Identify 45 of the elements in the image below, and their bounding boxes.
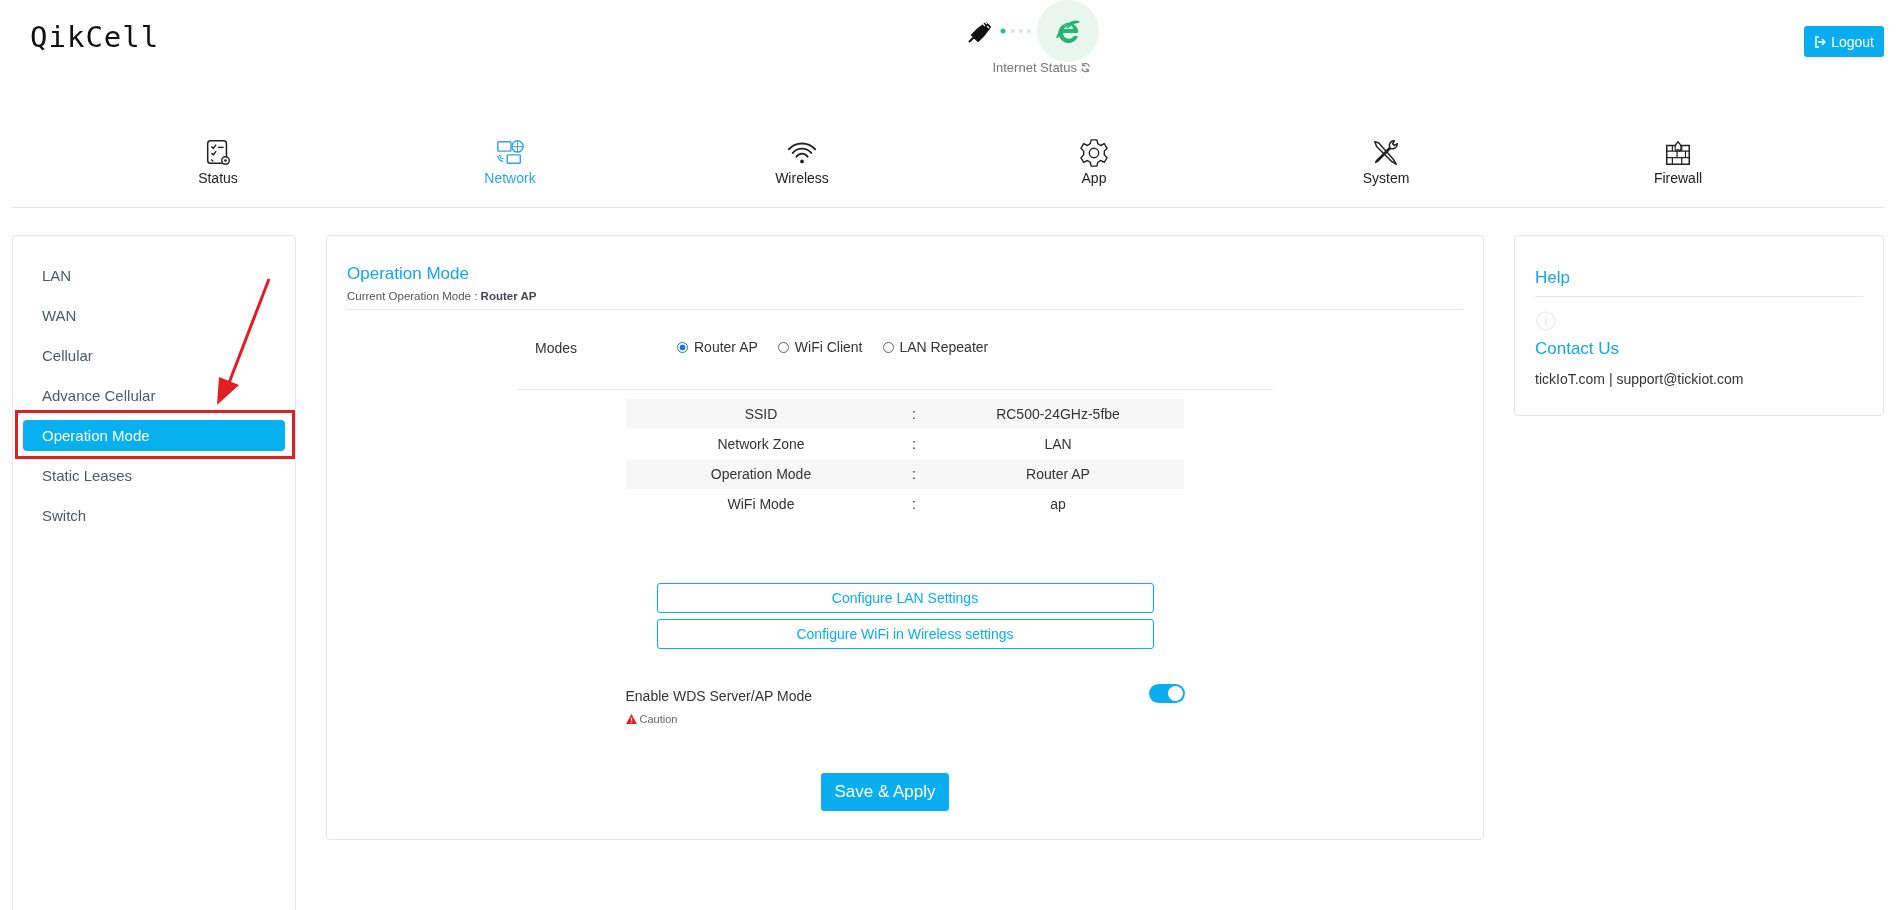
contact-title: Contact Us xyxy=(1535,339,1621,359)
field-value: RC500-24GHz-5fbe xyxy=(995,406,1121,422)
help-title: Help xyxy=(1535,268,1571,288)
internet-status-label: Internet Status xyxy=(992,60,1077,75)
nav-tab[interactable]: App xyxy=(1034,138,1154,207)
sidebar-item[interactable]: LAN xyxy=(23,260,285,291)
radio-option[interactable]: LAN Repeater xyxy=(882,338,989,356)
gear-icon xyxy=(1079,138,1109,168)
wds-toggle[interactable] xyxy=(1148,684,1185,703)
sidebar-item[interactable]: Switch xyxy=(23,500,285,531)
warning-icon xyxy=(625,714,637,724)
radio-option[interactable]: Router AP xyxy=(677,338,758,356)
contact-text: tickIoT.com | support@tickiot.com xyxy=(1535,371,1745,387)
field-label: Network Zone xyxy=(716,436,806,452)
separator-text: : xyxy=(911,436,917,452)
field-label: Operation Mode xyxy=(709,466,813,482)
nav-tab[interactable]: System xyxy=(1326,138,1446,207)
separator-text: : xyxy=(911,466,917,482)
logout-icon xyxy=(1814,35,1827,48)
nav-tab[interactable]: Status xyxy=(158,138,278,207)
sidebar-item[interactable]: WAN xyxy=(23,300,285,331)
connection-dots-icon xyxy=(998,27,1033,35)
sidebar-item[interactable]: Cellular xyxy=(23,340,285,371)
refresh-icon xyxy=(1079,62,1091,73)
logo-text: QikCell xyxy=(30,20,160,54)
nav-tab[interactable]: Wireless xyxy=(742,138,862,207)
field-value: Router AP xyxy=(1025,466,1091,482)
current-mode-text: Current Operation Mode : Router AP xyxy=(347,290,538,302)
wds-label: Enable WDS Server/AP Mode xyxy=(625,688,812,704)
field-label: WiFi Mode xyxy=(726,496,796,512)
radio-option[interactable]: WiFi Client xyxy=(777,338,863,356)
sidebar-item[interactable]: Static Leases xyxy=(23,460,285,491)
browser-e-icon xyxy=(1054,18,1081,44)
tools-icon xyxy=(1371,138,1401,168)
field-value: ap xyxy=(1049,496,1067,512)
firewall-icon xyxy=(1663,138,1693,168)
modes-label: Modes xyxy=(535,339,579,356)
separator-text: : xyxy=(911,496,917,512)
field-value: LAN xyxy=(1043,436,1073,452)
sidebar-item[interactable]: Advance Cellular xyxy=(23,380,285,411)
caution-text: Caution xyxy=(639,713,678,725)
section-title: Operation Mode xyxy=(347,264,470,284)
separator-text: : xyxy=(911,406,917,422)
field-label: SSID xyxy=(743,406,779,422)
nav-tab[interactable]: Firewall xyxy=(1618,138,1738,207)
